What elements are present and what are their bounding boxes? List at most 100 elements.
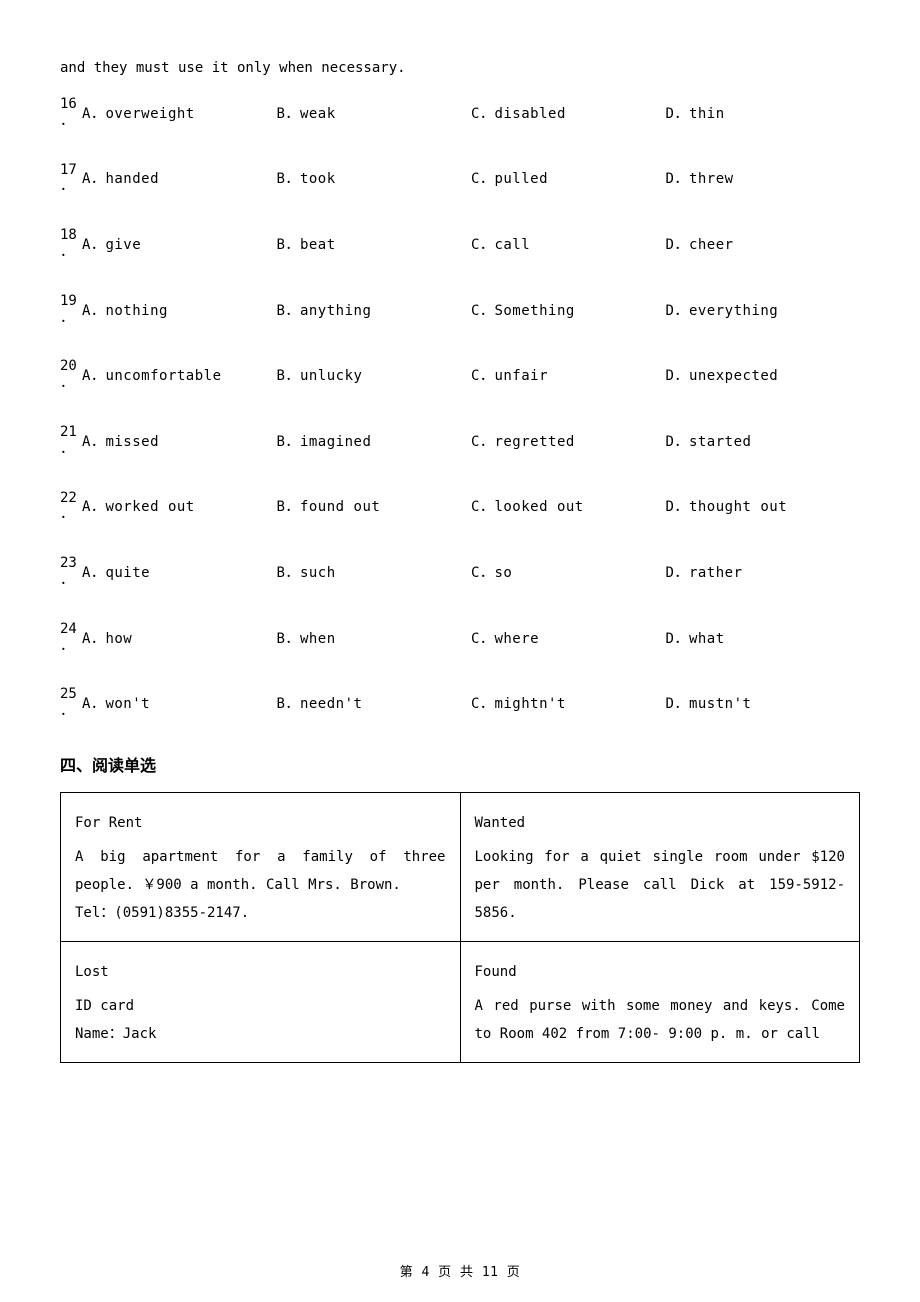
question-option[interactable]: D．unexpected [666, 365, 861, 385]
question-num-value: 20 [60, 358, 82, 375]
question-option[interactable]: D．thought out [666, 496, 861, 516]
question-option[interactable]: C．so [471, 562, 666, 582]
question-number: 20． [60, 358, 82, 392]
option-letter: C． [471, 368, 494, 384]
question-option[interactable]: C．disabled [471, 103, 666, 123]
question-option[interactable]: A．nothing [82, 300, 277, 320]
option-text: when [300, 631, 336, 647]
option-letter: B． [277, 237, 300, 253]
option-text: won't [105, 696, 150, 712]
question-row: 19．A．nothingB．anythingC．SomethingD．every… [60, 293, 860, 327]
option-letter: D． [666, 303, 689, 319]
option-letter: A． [82, 368, 105, 384]
question-option[interactable]: B．took [277, 168, 472, 188]
question-option[interactable]: A．missed [82, 431, 277, 451]
option-letter: C． [471, 106, 494, 122]
question-num-value: 21 [60, 424, 82, 441]
question-option[interactable]: B．weak [277, 103, 472, 123]
question-option[interactable]: B．imagined [277, 431, 472, 451]
option-text: pulled [494, 171, 548, 187]
option-text: disabled [494, 106, 565, 122]
question-option[interactable]: D．cheer [666, 234, 861, 254]
question-option[interactable]: A．won't [82, 693, 277, 713]
option-text: uncomfortable [105, 368, 221, 384]
ad-body: Looking for a quiet single room under $1… [475, 843, 846, 927]
question-number: 16． [60, 96, 82, 130]
question-option[interactable]: C．pulled [471, 168, 666, 188]
question-number: 21． [60, 424, 82, 458]
question-option[interactable]: D．threw [666, 168, 861, 188]
question-options: A．howB．whenC．whereD．what [82, 628, 860, 648]
question-option[interactable]: C．Something [471, 300, 666, 320]
question-option[interactable]: D．started [666, 431, 861, 451]
question-num-value: 19 [60, 293, 82, 310]
page-root: and they must use it only when necessary… [0, 0, 920, 1302]
question-option[interactable]: D．what [666, 628, 861, 648]
question-row: 21．A．missedB．imaginedC．regrettedD．starte… [60, 424, 860, 458]
option-text: cheer [689, 237, 734, 253]
question-option[interactable]: B．such [277, 562, 472, 582]
option-letter: C． [471, 499, 494, 515]
question-option[interactable]: D．rather [666, 562, 861, 582]
question-number: 18． [60, 227, 82, 261]
option-text: found out [300, 499, 380, 515]
question-option[interactable]: A．quite [82, 562, 277, 582]
option-letter: A． [82, 696, 105, 712]
option-letter: B． [277, 499, 300, 515]
question-row: 24．A．howB．whenC．whereD．what [60, 621, 860, 655]
question-option[interactable]: D．mustn't [666, 693, 861, 713]
table-row: Lost ID card Name：Jack Found A red purse… [61, 941, 860, 1062]
question-option[interactable]: B．found out [277, 496, 472, 516]
option-letter: A． [82, 303, 105, 319]
option-text: nothing [105, 303, 168, 319]
option-letter: A． [82, 106, 105, 122]
question-num-value: 25 [60, 686, 82, 703]
option-text: how [105, 631, 132, 647]
question-option[interactable]: A．uncomfortable [82, 365, 277, 385]
option-text: where [494, 631, 539, 647]
intro-text: and they must use it only when necessary… [60, 60, 860, 76]
page-footer: 第 4 页 共 11 页 [0, 1261, 920, 1280]
question-option[interactable]: B．when [277, 628, 472, 648]
question-option[interactable]: D．thin [666, 103, 861, 123]
ad-found: Found A red purse with some money and ke… [460, 941, 860, 1062]
question-option[interactable]: C．mightn't [471, 693, 666, 713]
question-row: 20．A．uncomfortableB．unluckyC．unfairD．une… [60, 358, 860, 392]
question-option[interactable]: A．how [82, 628, 277, 648]
question-num-value: 16 [60, 96, 82, 113]
question-option[interactable]: B．anything [277, 300, 472, 320]
question-option[interactable]: B．needn't [277, 693, 472, 713]
question-option[interactable]: A．worked out [82, 496, 277, 516]
questions-block: 16．A．overweightB．weakC．disabledD．thin17．… [60, 96, 860, 720]
question-option[interactable]: D．everything [666, 300, 861, 320]
question-option[interactable]: A．handed [82, 168, 277, 188]
question-option[interactable]: A．give [82, 234, 277, 254]
ad-title: Lost [75, 958, 446, 986]
question-num-dot: ． [60, 572, 82, 589]
question-option[interactable]: C．looked out [471, 496, 666, 516]
option-text: anything [300, 303, 371, 319]
ad-wanted: Wanted Looking for a quiet single room u… [460, 792, 860, 941]
question-option[interactable]: B．beat [277, 234, 472, 254]
option-letter: C． [471, 434, 494, 450]
option-text: needn't [300, 696, 363, 712]
option-letter: B． [277, 631, 300, 647]
question-option[interactable]: C．call [471, 234, 666, 254]
question-option[interactable]: A．overweight [82, 103, 277, 123]
option-letter: D． [666, 565, 689, 581]
table-row: For Rent A big apartment for a family of… [61, 792, 860, 941]
option-letter: C． [471, 696, 494, 712]
question-option[interactable]: C．unfair [471, 365, 666, 385]
question-option[interactable]: C．where [471, 628, 666, 648]
option-letter: A． [82, 631, 105, 647]
question-option[interactable]: C．regretted [471, 431, 666, 451]
option-text: took [300, 171, 336, 187]
question-option[interactable]: B．unlucky [277, 365, 472, 385]
question-options: A．won'tB．needn'tC．mightn'tD．mustn't [82, 693, 860, 713]
option-text: unfair [494, 368, 548, 384]
option-text: so [494, 565, 512, 581]
option-text: rather [689, 565, 743, 581]
option-letter: A． [82, 565, 105, 581]
option-text: call [494, 237, 530, 253]
option-text: mightn't [494, 696, 565, 712]
